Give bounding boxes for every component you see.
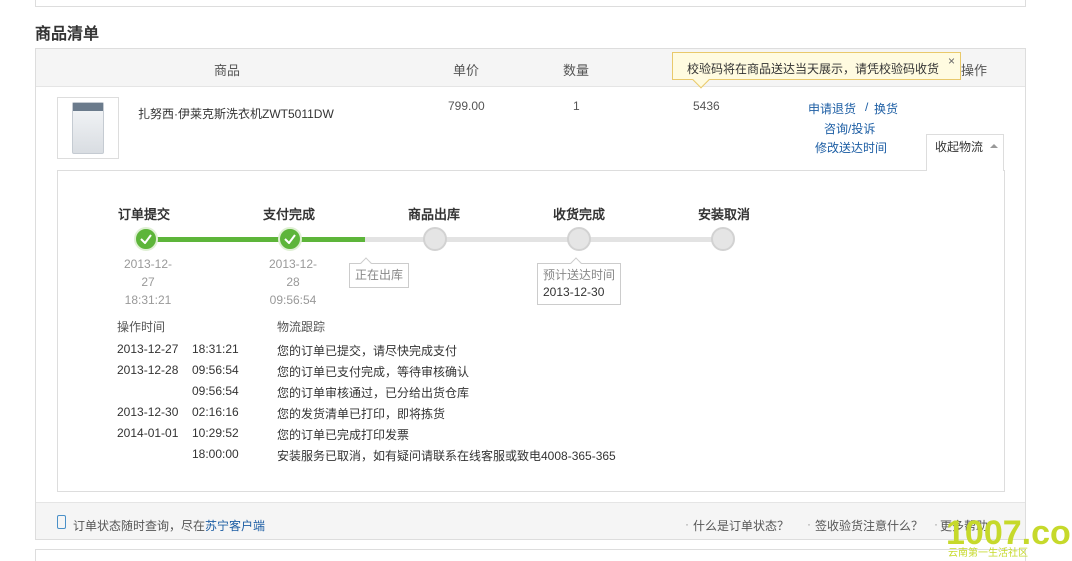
modify-delivery-time-link[interactable]: 修改送达时间 xyxy=(815,139,887,156)
return-link[interactable]: 申请退货 xyxy=(808,100,856,117)
help-order-status-link[interactable]: 什么是订单状态？ xyxy=(693,517,789,534)
watermark-sub: 云南第一生活社区 xyxy=(948,546,1028,558)
step-date: 2013-12-27 xyxy=(123,257,173,289)
step-label-outbound: 商品出库 xyxy=(408,207,461,222)
watermark-brand: 1007.com xyxy=(946,514,1070,552)
step-dot-submit xyxy=(134,227,158,251)
close-icon[interactable]: × xyxy=(948,54,955,68)
order-panel: 商品 单价 数量 操作 校验码将在商品送达当天展示，请凭校验码收货 × 扎努西·… xyxy=(35,48,1026,540)
progress-track-todo xyxy=(365,237,723,242)
washing-machine-image xyxy=(72,102,104,154)
eta-date: 2013-12-30 xyxy=(543,285,605,299)
logistics-panel: 订单提交 支付完成 商品出库 收货完成 安装取消 2013-12-27 18:3… xyxy=(57,170,1005,492)
product-price: 799.00 xyxy=(448,99,485,113)
phone-icon xyxy=(57,515,66,529)
collapse-logistics-tab[interactable]: 收起物流 xyxy=(926,134,1004,171)
header-price: 单价 xyxy=(453,63,480,78)
product-quantity: 1 xyxy=(573,99,580,113)
watermark-logo: 1007.com 云南第一生活社区 xyxy=(946,514,1070,558)
caret-up-icon xyxy=(990,144,999,148)
next-panel xyxy=(35,549,1026,561)
header-product: 商品 xyxy=(214,63,241,78)
action-separator: / xyxy=(865,100,869,114)
step-clock: 18:31:21 xyxy=(124,293,172,307)
step-dot-outbound xyxy=(423,227,447,251)
log-header-track: 物流跟踪 xyxy=(277,320,326,334)
step-dot-paid xyxy=(278,227,302,251)
verification-code-tooltip: 校验码将在商品送达当天展示，请凭校验码收货 × xyxy=(672,52,961,89)
header-action: 操作 xyxy=(961,63,988,78)
step-label-submit: 订单提交 xyxy=(118,207,171,222)
header-quantity: 数量 xyxy=(563,63,590,78)
eta-callout: 预计送达时间 2013-12-30 xyxy=(537,257,622,305)
check-icon xyxy=(284,234,296,244)
step-time-paid: 2013-12-28 09:56:54 xyxy=(263,255,323,309)
step-date: 2013-12-28 xyxy=(268,257,318,289)
log-header-time: 操作时间 xyxy=(117,320,166,334)
step-label-install-cancelled: 安装取消 xyxy=(698,207,751,222)
check-icon xyxy=(140,234,152,244)
help-inspection-link[interactable]: 签收验货注意什么？ xyxy=(815,517,923,534)
bullet: · xyxy=(685,517,689,531)
collapse-logistics-label: 收起物流 xyxy=(935,140,984,154)
exchange-link[interactable]: 换货 xyxy=(874,100,898,117)
current-status-note: 正在出库 xyxy=(349,257,410,288)
bullet: · xyxy=(934,517,938,531)
bullet: · xyxy=(807,517,811,531)
eta-label: 预计送达时间 xyxy=(543,268,616,282)
product-thumbnail[interactable] xyxy=(57,97,119,159)
tooltip-text: 校验码将在商品送达当天展示，请凭校验码收货 xyxy=(687,62,940,76)
verification-code: 5436 xyxy=(693,99,720,113)
progress-track-done xyxy=(147,237,365,242)
product-name[interactable]: 扎努西·伊莱克斯洗衣机ZWT5011DW xyxy=(138,105,334,122)
step-dot-install-cancelled xyxy=(711,227,735,251)
section-title: 商品清单 xyxy=(35,26,100,43)
step-clock: 09:56:54 xyxy=(269,293,317,307)
suning-client-link[interactable]: 苏宁客户端 xyxy=(205,517,265,534)
order-footer: 订单状态随时查询，尽在 苏宁客户端 · 什么是订单状态？ · 签收验货注意什么？… xyxy=(36,502,1025,539)
previous-panel xyxy=(35,0,1026,7)
step-time-submit: 2013-12-27 18:31:21 xyxy=(118,255,178,309)
footer-query-text: 订单状态随时查询，尽在 xyxy=(73,519,206,533)
step-label-paid: 支付完成 xyxy=(263,207,316,222)
consult-complaint-link[interactable]: 咨询/投诉 xyxy=(824,120,875,137)
step-dot-received xyxy=(567,227,591,251)
step-label-received: 收货完成 xyxy=(553,207,606,222)
